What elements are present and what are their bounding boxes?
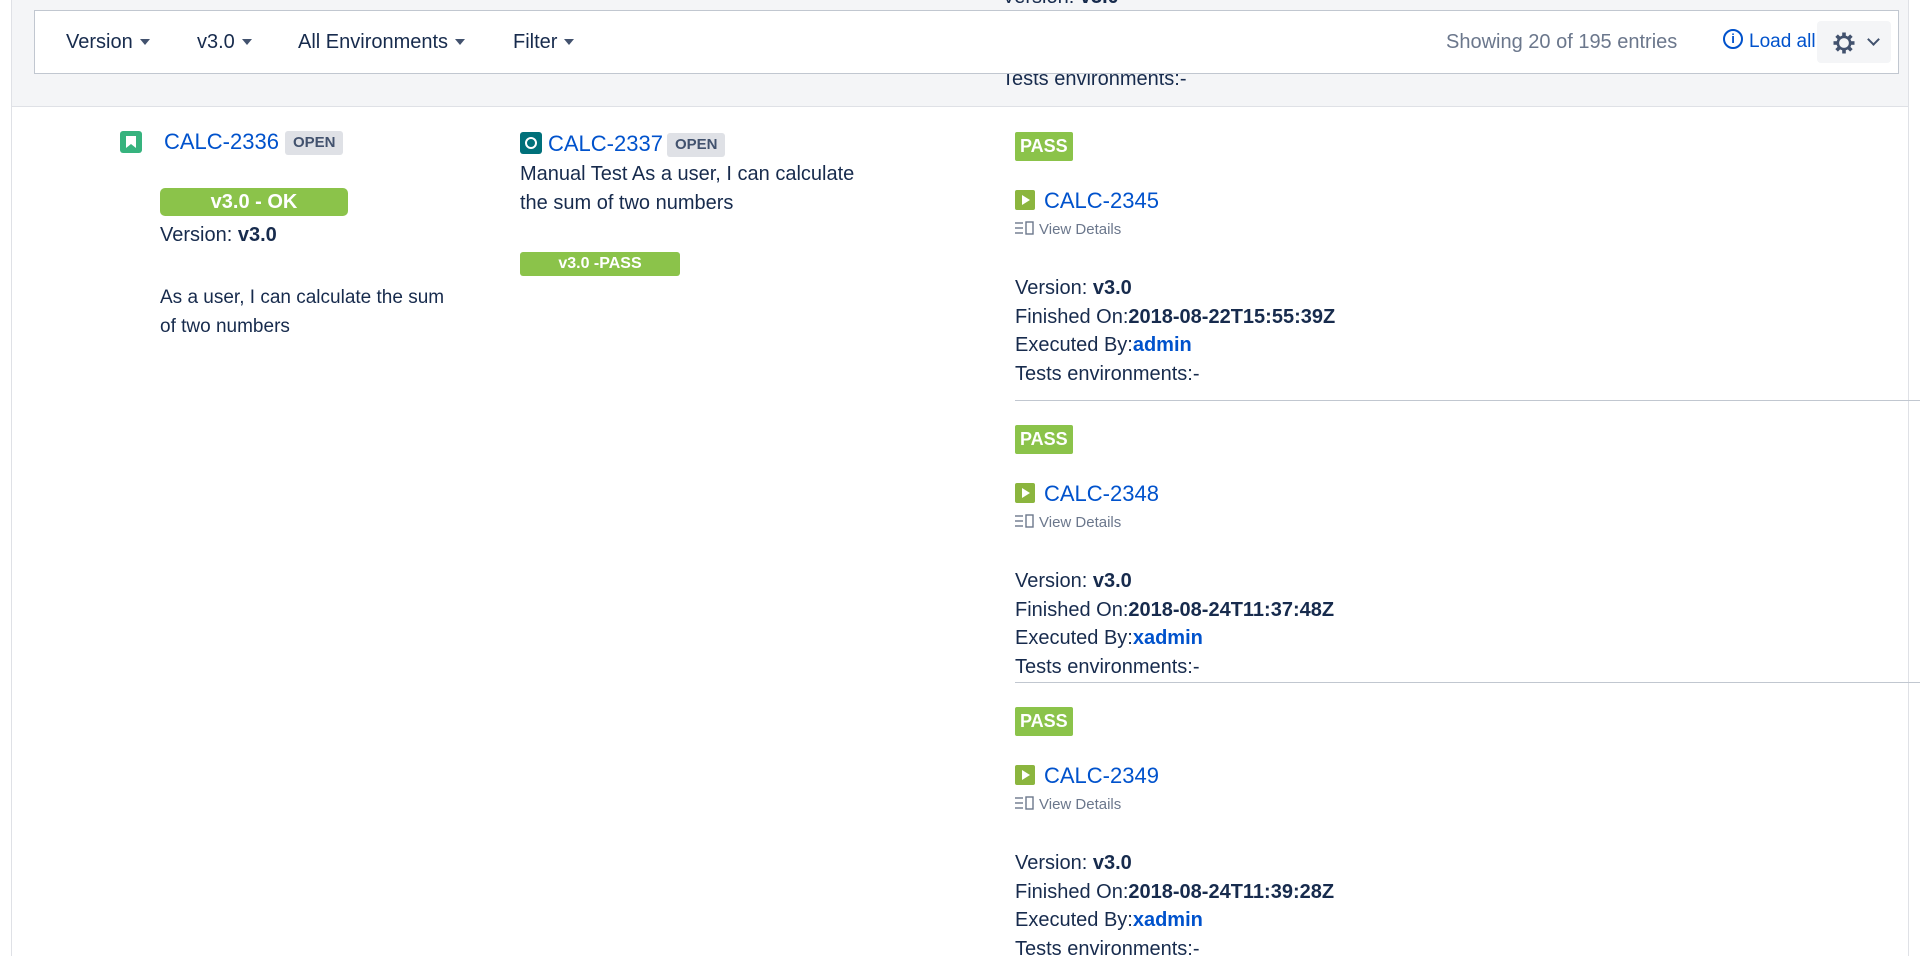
details-icon bbox=[1015, 220, 1034, 235]
settings-button[interactable] bbox=[1817, 21, 1891, 63]
execution-tests-environments: Tests environments:- bbox=[1015, 363, 1200, 386]
execution-key-link[interactable]: CALC-2345 bbox=[1044, 188, 1159, 213]
load-all-button[interactable]: i Load all bbox=[1723, 11, 1816, 73]
test-status-progress-bar: v3.0 -PASS bbox=[520, 252, 680, 276]
requirement-key-link[interactable]: CALC-2336 bbox=[164, 129, 279, 154]
execution-finished-on: Finished On:2018-08-24T11:39:28Z bbox=[1015, 880, 1335, 903]
execution-key-line: CALC-2345 bbox=[1044, 187, 1159, 215]
execution-result-badge: PASS bbox=[1015, 132, 1073, 161]
version-value-label: v3.0 bbox=[197, 31, 235, 53]
test-key-line: CALC-2337 OPEN bbox=[548, 130, 726, 158]
test-key-link[interactable]: CALC-2337 bbox=[548, 131, 663, 156]
version-filter-label: Version bbox=[66, 31, 133, 53]
execution-executed-by: Executed By:xadmin bbox=[1015, 909, 1203, 932]
test-icon bbox=[520, 132, 542, 154]
executed-by-user-link[interactable]: xadmin bbox=[1133, 627, 1203, 649]
test-execution-icon bbox=[1015, 765, 1035, 785]
executed-by-user-link[interactable]: admin bbox=[1133, 334, 1192, 356]
test-execution-icon bbox=[1015, 483, 1035, 503]
view-details-link[interactable]: View Details bbox=[1015, 513, 1122, 531]
info-icon: i bbox=[1723, 28, 1743, 49]
version-value-dropdown[interactable]: v3.0 bbox=[197, 11, 252, 73]
story-icon bbox=[120, 131, 142, 153]
execution-details: Version: v3.0 Finished On:2018-08-24T11:… bbox=[1015, 567, 1334, 682]
execution-tests-environments: Tests environments:- bbox=[1015, 938, 1200, 961]
requirement-key-line: CALC-2336 OPEN bbox=[164, 128, 344, 156]
chevron-down-icon bbox=[564, 38, 575, 45]
execution-item: PASS CALC-2348 View Details Version: v3.… bbox=[1015, 400, 1920, 682]
environments-dropdown[interactable]: All Environments bbox=[298, 11, 466, 73]
view-details-label: View Details bbox=[1039, 221, 1122, 238]
view-details-label: View Details bbox=[1039, 514, 1122, 531]
clipped-version-label: Version: bbox=[1002, 0, 1080, 8]
view-details-link[interactable]: View Details bbox=[1015, 220, 1122, 238]
execution-executed-by: Executed By:xadmin bbox=[1015, 627, 1203, 650]
filter-label: Filter bbox=[513, 31, 558, 53]
test-execution-icon bbox=[1015, 190, 1035, 210]
traceability-report-frame: Version: v3.0 Tests environments:- Versi… bbox=[11, 0, 1920, 960]
details-icon bbox=[1015, 795, 1034, 810]
execution-tests-environments: Tests environments:- bbox=[1015, 656, 1200, 679]
execution-executed-by: Executed By:admin bbox=[1015, 334, 1192, 357]
test-status-badge: OPEN bbox=[666, 133, 726, 158]
execution-details: Version: v3.0 Finished On:2018-08-22T15:… bbox=[1015, 274, 1335, 389]
execution-key-link[interactable]: CALC-2349 bbox=[1044, 763, 1159, 788]
chevron-down-icon bbox=[1867, 33, 1880, 46]
execution-result-badge: PASS bbox=[1015, 707, 1073, 736]
requirement-version-value: v3.0 bbox=[237, 224, 277, 246]
requirement-coverage-badge: v3.0 - OK bbox=[160, 188, 348, 216]
requirement-status-badge: OPEN bbox=[284, 131, 344, 156]
environments-label: All Environments bbox=[298, 31, 449, 53]
details-icon bbox=[1015, 513, 1034, 528]
execution-result-badge: PASS bbox=[1015, 425, 1073, 454]
execution-key-line: CALC-2348 bbox=[1044, 480, 1159, 508]
requirement-version-label: Version: bbox=[160, 224, 238, 246]
execution-details: Version: v3.0 Finished On:2018-08-24T11:… bbox=[1015, 849, 1334, 964]
chevron-down-icon bbox=[455, 38, 466, 45]
report-toolbar: Version v3.0 All Environments Filter Sho… bbox=[34, 10, 1899, 74]
load-all-label: Load all bbox=[1749, 31, 1816, 52]
execution-version: Version: v3.0 bbox=[1015, 570, 1132, 592]
execution-item: PASS CALC-2345 View Details Version: v3.… bbox=[1015, 108, 1920, 390]
test-summary: Manual Test As a user, I can calculate t… bbox=[520, 163, 855, 214]
view-details-link[interactable]: View Details bbox=[1015, 795, 1122, 813]
execution-version: Version: v3.0 bbox=[1015, 277, 1132, 299]
clipped-version-line: Version: v3.0 bbox=[1002, 0, 1119, 9]
chevron-down-icon bbox=[241, 38, 252, 45]
execution-finished-on: Finished On:2018-08-22T15:55:39Z bbox=[1015, 305, 1336, 328]
execution-key-line: CALC-2349 bbox=[1044, 762, 1159, 790]
view-details-label: View Details bbox=[1039, 796, 1122, 813]
chevron-down-icon bbox=[139, 38, 150, 45]
version-filter-dropdown[interactable]: Version bbox=[66, 11, 150, 73]
clipped-version-value: v3.0 bbox=[1080, 0, 1119, 8]
entries-count: Showing 20 of 195 entries bbox=[1446, 31, 1678, 53]
execution-version: Version: v3.0 bbox=[1015, 852, 1132, 874]
gear-icon bbox=[1833, 32, 1855, 54]
execution-key-link[interactable]: CALC-2348 bbox=[1044, 481, 1159, 506]
execution-item: PASS CALC-2349 View Details Version: v3.… bbox=[1015, 682, 1920, 964]
filter-dropdown[interactable]: Filter bbox=[513, 11, 575, 73]
executed-by-user-link[interactable]: xadmin bbox=[1133, 909, 1203, 931]
requirement-summary: As a user, I can calculate the sum of tw… bbox=[160, 287, 445, 337]
requirement-version: Version: v3.0 bbox=[160, 224, 277, 247]
execution-finished-on: Finished On:2018-08-24T11:37:48Z bbox=[1015, 598, 1335, 621]
